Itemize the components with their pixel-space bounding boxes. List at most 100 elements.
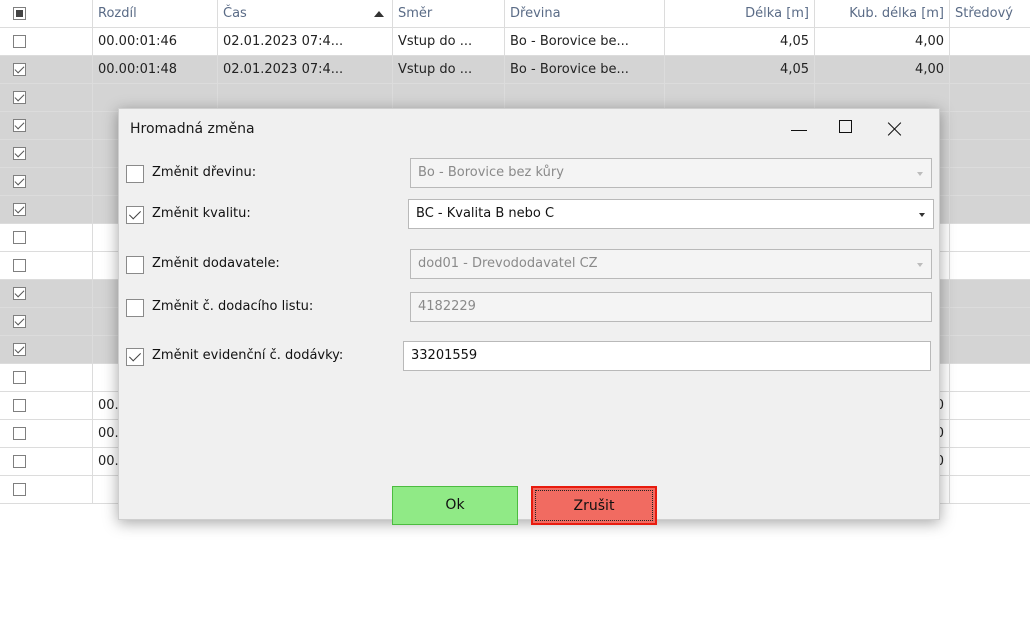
chevron-down-icon (919, 213, 925, 217)
close-button[interactable] (871, 109, 917, 149)
row-checkbox[interactable] (13, 343, 26, 356)
species-select[interactable]: Bo - Borovice bez kůry (410, 158, 932, 188)
row-select-cell (0, 308, 93, 336)
delivery-note-input[interactable]: 4182229 (410, 292, 932, 322)
field-row-delivery-note: Změnit č. dodacího listu: 4182229 (119, 292, 941, 324)
change-delivery-note-checkbox[interactable] (126, 299, 144, 317)
cell-delka: 4,05 (665, 56, 815, 84)
row-checkbox[interactable] (13, 147, 26, 160)
cell-stredovy (950, 84, 1030, 112)
supplier-select[interactable]: dod01 - Drevododavatel CZ (410, 249, 932, 279)
row-select-cell (0, 448, 93, 476)
row-checkbox[interactable] (13, 231, 26, 244)
row-select-cell (0, 84, 93, 112)
row-checkbox[interactable] (13, 259, 26, 272)
cell-stredovy (950, 28, 1030, 56)
row-select-cell (0, 420, 93, 448)
sort-ascending-icon (374, 11, 384, 17)
cell-stredovy (950, 336, 1030, 364)
cell-stredovy (950, 280, 1030, 308)
change-delivery-record-checkbox[interactable] (126, 348, 144, 366)
dialog-title: Hromadná změna (130, 121, 255, 137)
cell-stredovy (950, 420, 1030, 448)
header-col-smer[interactable]: Směr (393, 0, 505, 28)
header-col-cas[interactable]: Čas (218, 0, 393, 28)
change-quality-label: Změnit kvalitu: (152, 206, 251, 221)
change-species-checkbox[interactable] (126, 165, 144, 183)
row-checkbox[interactable] (13, 175, 26, 188)
quality-select[interactable]: BC - Kvalita B nebo C (408, 199, 934, 229)
change-supplier-checkbox[interactable] (126, 256, 144, 274)
row-select-cell (0, 168, 93, 196)
cell-rozdil: 00.00:01:48 (93, 56, 218, 84)
cell-stredovy (950, 392, 1030, 420)
field-row-supplier: Změnit dodavatele: dod01 - Drevododavatel… (119, 249, 941, 281)
row-checkbox[interactable] (13, 119, 26, 132)
bulk-change-dialog: Hromadná změna Změnit dřevinu: Bo - Borov… (118, 108, 941, 525)
field-row-quality: Změnit kvalitu: BC - Kvalita B nebo C (119, 199, 941, 231)
cell-stredovy (950, 112, 1030, 140)
species-value: Bo - Borovice bez kůry (418, 165, 564, 180)
minimize-button[interactable] (777, 109, 823, 149)
cell-stredovy (950, 168, 1030, 196)
row-checkbox[interactable] (13, 371, 26, 384)
delivery-record-input[interactable]: 33201559 (403, 341, 931, 371)
chevron-down-icon (917, 172, 923, 176)
table-row[interactable]: 00.00:01:46 02.01.2023 07:4... Vstup do ..… (0, 28, 1030, 56)
header-col-select[interactable] (0, 0, 93, 28)
quality-value: BC - Kvalita B nebo C (416, 206, 555, 221)
row-checkbox[interactable] (13, 455, 26, 468)
header-col-kub-delka[interactable]: Kub. délka [m] (815, 0, 950, 28)
row-select-cell (0, 336, 93, 364)
table-row[interactable]: 00.00:01:48 02.01.2023 07:4... Vstup do ..… (0, 56, 1030, 84)
row-checkbox[interactable] (13, 315, 26, 328)
row-checkbox[interactable] (13, 203, 26, 216)
row-select-cell (0, 112, 93, 140)
row-checkbox[interactable] (13, 483, 26, 496)
row-select-cell (0, 280, 93, 308)
row-select-cell (0, 476, 93, 504)
header-col-delka[interactable]: Délka [m] (665, 0, 815, 28)
cell-drevina: Bo - Borovice be... (505, 28, 665, 56)
cell-stredovy (950, 448, 1030, 476)
cell-stredovy (950, 252, 1030, 280)
cell-delka: 4,05 (665, 28, 815, 56)
row-select-cell (0, 252, 93, 280)
row-checkbox[interactable] (13, 63, 26, 76)
row-checkbox[interactable] (13, 287, 26, 300)
cell-stredovy (950, 364, 1030, 392)
change-supplier-label: Změnit dodavatele: (152, 256, 280, 271)
row-checkbox[interactable] (13, 35, 26, 48)
supplier-value: dod01 - Drevododavatel CZ (418, 256, 598, 271)
row-checkbox[interactable] (13, 399, 26, 412)
change-quality-checkbox[interactable] (126, 206, 144, 224)
delivery-record-value: 33201559 (411, 348, 478, 363)
maximize-button[interactable] (823, 109, 869, 149)
row-select-cell (0, 196, 93, 224)
header-col-rozdil[interactable]: Rozdíl (93, 0, 218, 28)
cell-stredovy (950, 56, 1030, 84)
column-header-label: Délka [m] (745, 6, 809, 21)
row-select-cell (0, 364, 93, 392)
cell-stredovy (950, 140, 1030, 168)
field-row-species: Změnit dřevinu: Bo - Borovice bez kůry (119, 158, 941, 190)
column-header-label: Směr (398, 6, 433, 21)
cell-smer: Vstup do ... (393, 28, 505, 56)
change-species-label: Změnit dřevinu: (152, 165, 257, 180)
row-checkbox[interactable] (13, 427, 26, 440)
delivery-note-value: 4182229 (418, 299, 476, 314)
column-header-label: Čas (223, 6, 247, 21)
minimize-icon (791, 130, 807, 131)
header-col-drevina[interactable]: Dřevina (505, 0, 665, 28)
cancel-button[interactable]: Zrušit (531, 486, 657, 525)
column-header-label: Kub. délka [m] (849, 6, 944, 21)
row-checkbox[interactable] (13, 91, 26, 104)
change-delivery-record-label: Změnit evidenční č. dodávky: (152, 348, 344, 363)
header-col-stredovy[interactable]: Středový (950, 0, 1030, 28)
cell-drevina: Bo - Borovice be... (505, 56, 665, 84)
cell-kub-delka: 4,00 (815, 28, 950, 56)
select-all-checkbox[interactable] (13, 7, 26, 20)
column-header-label: Dřevina (510, 6, 561, 21)
ok-button[interactable]: Ok (392, 486, 518, 525)
change-delivery-note-label: Změnit č. dodacího listu: (152, 299, 314, 314)
